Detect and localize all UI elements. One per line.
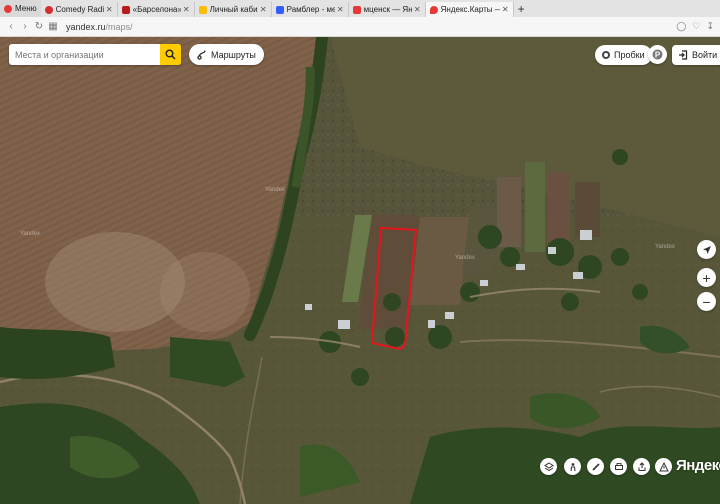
layers-button[interactable]	[540, 458, 557, 475]
warning-icon	[658, 461, 669, 471]
close-tab-icon[interactable]: ✕	[414, 5, 421, 14]
svg-text:P: P	[655, 51, 661, 60]
browser-tab-1[interactable]: Comedy Radio (Москва 1 ✕	[41, 2, 118, 17]
map-imagery	[0, 37, 720, 504]
plus-icon: +	[702, 269, 711, 286]
browser-tab-5[interactable]: мценск — Яндекс: нашл ✕	[349, 2, 426, 17]
close-tab-icon[interactable]: ✕	[502, 5, 509, 14]
reload-icon[interactable]: ↻	[32, 21, 46, 32]
feedback-button[interactable]	[655, 458, 672, 475]
address-bar: ‹ › ↻ ▦ yandex.ru/maps/ ◯ ♡ ↧	[0, 17, 720, 37]
map-watermark: Yandex	[265, 187, 285, 193]
speed-dial-icon[interactable]: ▦	[46, 21, 60, 32]
forward-arrow-icon[interactable]: ›	[18, 21, 32, 32]
login-button[interactable]: Войти	[672, 45, 720, 65]
routes-label: Маршруты	[211, 49, 256, 60]
minus-icon: −	[702, 293, 711, 310]
share-icon	[638, 461, 645, 471]
tab-title: Comedy Radio (Москва 1	[55, 5, 104, 14]
close-tab-icon[interactable]: ✕	[106, 5, 113, 14]
zoom-out-button[interactable]: −	[697, 292, 716, 311]
panorama-button[interactable]	[564, 458, 581, 475]
tab-title: Яндекс.Карты — подробн	[440, 5, 500, 14]
shield-icon[interactable]: ◯	[676, 21, 686, 32]
tab-title: Рамблер - медийный по	[286, 5, 335, 14]
close-tab-icon[interactable]: ✕	[183, 5, 190, 14]
ruler-icon	[591, 462, 600, 471]
yandex-logo[interactable]: Яндекс	[676, 457, 720, 474]
search-input[interactable]	[9, 49, 160, 60]
tab-title: «Барселона» выразила с	[132, 5, 181, 14]
search-button[interactable]	[160, 44, 181, 65]
url-field[interactable]: yandex.ru/maps/	[66, 22, 133, 32]
location-arrow-icon	[702, 245, 711, 254]
rambler-icon	[275, 5, 284, 14]
route-icon	[197, 50, 206, 60]
download-icon[interactable]: ↧	[706, 21, 714, 32]
tab-title: мценск — Яндекс: нашл	[363, 5, 412, 14]
heart-icon[interactable]: ♡	[692, 21, 700, 32]
print-icon	[614, 462, 623, 470]
traffic-icon	[602, 51, 610, 59]
search-icon	[165, 49, 176, 60]
layers-icon	[543, 461, 554, 471]
url-domain: yandex.ru	[66, 21, 106, 32]
traffic-button[interactable]: Пробки	[595, 45, 652, 65]
traffic-label: Пробки	[614, 50, 645, 60]
new-tab-icon[interactable]: +	[518, 2, 525, 16]
opera-icon	[4, 4, 12, 13]
browser-menu-label: Меню	[15, 4, 37, 13]
browser-tab-4[interactable]: Рамблер - медийный по ✕	[272, 2, 349, 17]
map-search-box	[9, 44, 181, 65]
parking-button[interactable]: P	[648, 45, 667, 64]
locate-button[interactable]	[697, 240, 716, 259]
browser-tab-2[interactable]: «Барселона» выразила с ✕	[118, 2, 195, 17]
browser-tab-active[interactable]: Яндекс.Карты — подробн ✕	[425, 2, 514, 17]
satellite-map[interactable]	[0, 37, 720, 504]
share-button[interactable]	[633, 458, 650, 475]
close-tab-icon[interactable]: ✕	[337, 5, 344, 14]
yandex-maps-pin-icon	[429, 5, 438, 14]
comedy-radio-icon	[44, 5, 53, 14]
browser-menu-button[interactable]: Меню	[0, 0, 41, 17]
browser-tab-3[interactable]: Личный кабинет - Мои с ✕	[195, 2, 272, 17]
login-label: Войти	[692, 50, 718, 60]
back-arrow-icon[interactable]: ‹	[4, 21, 18, 32]
close-tab-icon[interactable]: ✕	[260, 5, 267, 14]
tab-title: Личный кабинет - Мои с	[209, 5, 258, 14]
yandex-icon	[352, 5, 361, 14]
grid-icon	[198, 5, 207, 14]
parking-icon: P	[652, 49, 663, 60]
map-watermark: Yandex	[20, 231, 40, 237]
zoom-in-button[interactable]: +	[697, 268, 716, 287]
map-watermark: Yandex	[655, 244, 675, 250]
url-path: /maps/	[105, 21, 133, 32]
ruler-button[interactable]	[587, 458, 604, 475]
map-watermark: Yandex	[455, 255, 475, 261]
routes-button[interactable]: Маршруты	[189, 44, 264, 65]
browser-tab-bar: Меню Comedy Radio (Москва 1 ✕ «Барселона…	[0, 0, 720, 17]
login-icon	[679, 50, 688, 60]
panorama-person-icon	[569, 462, 576, 471]
news-icon	[121, 5, 130, 14]
print-button[interactable]	[610, 458, 627, 475]
